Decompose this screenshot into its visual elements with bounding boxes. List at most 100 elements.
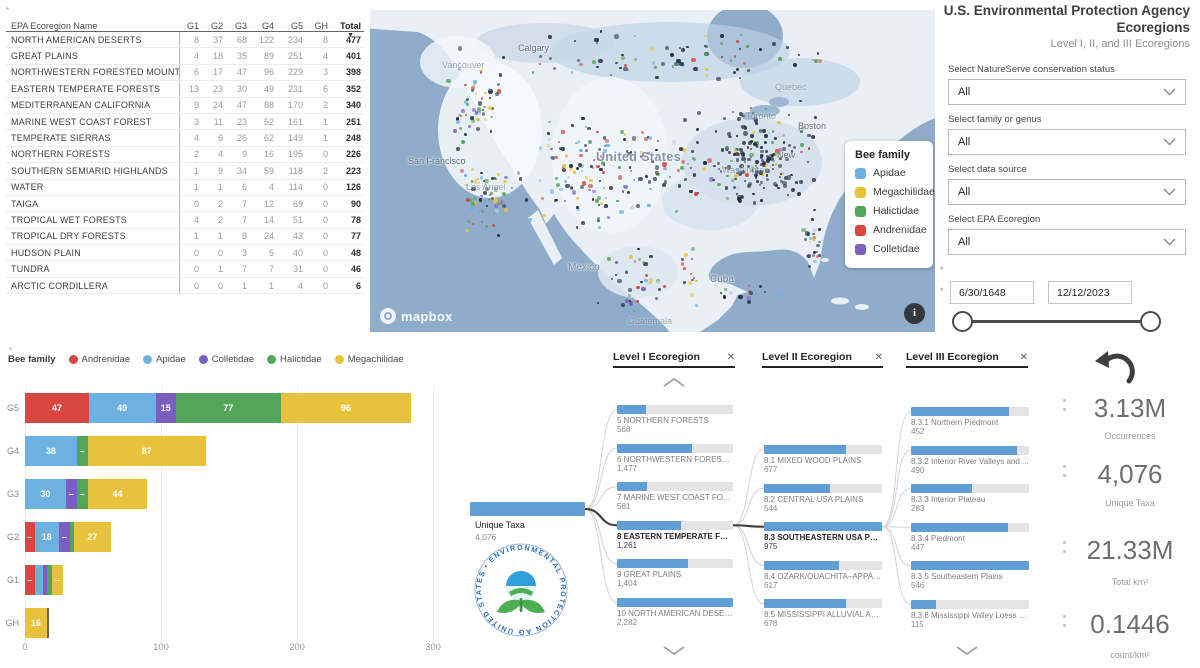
date-slider-rail[interactable] [962, 320, 1150, 323]
close-icon[interactable]: ✕ [875, 352, 883, 363]
scroll-down-chevron-icon[interactable] [955, 643, 979, 661]
table-row[interactable]: NORTH AMERICAN DESERTS837681222348477 [6, 32, 364, 48]
tree-node[interactable]: 8 EASTERN TEMPERATE FORE... 1,261 [617, 521, 733, 550]
col-header-gh[interactable]: GH [306, 21, 331, 31]
bar-legend-item-halictidae[interactable]: Halictidae [267, 354, 322, 365]
tree-node[interactable]: 8.3.6 Mississippi Valley Loess P... 115 [911, 600, 1029, 629]
date-slider-handle-start[interactable] [952, 311, 973, 332]
table-row[interactable]: TAIGA0271269090 [6, 196, 364, 212]
bar-segment-apidae[interactable] [35, 565, 43, 595]
bar-legend-item-apidae[interactable]: Apidae [143, 354, 186, 365]
table-row[interactable]: TROPICAL WET FORESTS4271451078 [6, 212, 364, 228]
table-row[interactable]: MARINE WEST COAST FOREST31123521611251 [6, 114, 364, 130]
stacked-bar[interactable]: 4749157796 [25, 393, 411, 423]
table-row[interactable]: GREAT PLAINS41835892514401 [6, 48, 364, 64]
bar-segment-halictidae[interactable]: – [77, 436, 88, 466]
close-icon[interactable]: ✕ [727, 352, 735, 363]
stacked-bar[interactable]: –18–27 [25, 522, 111, 552]
bar-segment-megachilidae[interactable]: 96 [281, 393, 412, 423]
col-header-g5[interactable]: G5 [277, 21, 306, 31]
tree-node[interactable]: 8.3.2 Interior River Valleys and ... 490 [911, 446, 1029, 475]
stacked-bar[interactable]: 38–87 [25, 436, 206, 466]
cell-g5: 195 [277, 149, 306, 159]
table-row[interactable]: MEDITERRANEAN CALIFORNIA92447881702340 [6, 98, 364, 114]
scroll-up-chevron-icon[interactable] [662, 375, 686, 393]
bar-segment-colletidae[interactable]: 15 [156, 393, 176, 423]
table-row[interactable]: TEMPERATE SIERRAS4626621491248 [6, 130, 364, 146]
undo-button[interactable] [1092, 350, 1138, 392]
tree-node[interactable]: 8.3.5 Southeastern Plains 546 [911, 561, 1029, 590]
tree-node[interactable]: 5 NORTHERN FORESTS 568 [617, 405, 733, 434]
map-info-button[interactable]: i [904, 303, 925, 324]
bar-segment-megachilidae[interactable]: – [52, 565, 63, 595]
bar-segment-colletidae[interactable]: – [66, 479, 77, 509]
col-header-total[interactable]: Total▼ [331, 21, 364, 31]
stacked-bar[interactable]: –– [25, 565, 63, 595]
tree-node[interactable]: 8.3 SOUTHEASTERN USA PLAI... 975 [764, 522, 882, 551]
tree-node[interactable]: 8.3.1 Northern Piedmont 452 [911, 407, 1029, 436]
map-legend-item-colletidae[interactable]: Colletidae [855, 243, 933, 255]
bar-segment-megachilidae[interactable]: 44 [88, 479, 148, 509]
table-row[interactable]: TROPICAL DRY FORESTS1182443077 [6, 229, 364, 245]
occurrence-map[interactable]: CalgaryVancouverQuebecTorontoBostonNewWa… [370, 10, 935, 332]
bar-segment-unknown[interactable] [47, 608, 50, 638]
col-header-g1[interactable]: G1 [180, 21, 202, 31]
tree-node[interactable]: 9 GREAT PLAINS 1,404 [617, 559, 733, 588]
bar-segment-andrenidae[interactable]: – [25, 565, 35, 595]
bar-legend-item-megachilidae[interactable]: Megachilidae [335, 354, 404, 365]
tree-node[interactable]: 8.2 CENTRAL USA PLAINS 544 [764, 484, 882, 513]
bar-segment-apidae[interactable]: 18 [35, 522, 59, 552]
bar-segment-andrenidae[interactable]: – [25, 522, 35, 552]
bar-segment-megachilidae[interactable]: 16 [25, 608, 47, 638]
bar-segment-halictidae[interactable]: – [77, 479, 88, 509]
bar-segment-andrenidae[interactable]: 47 [25, 393, 89, 423]
date-slider-handle-end[interactable] [1140, 311, 1161, 332]
bar-segment-halictidae[interactable]: 77 [176, 393, 281, 423]
filter-dropdown-0[interactable]: All [948, 79, 1186, 105]
bar-legend-item-colletidae[interactable]: Colletidae [199, 354, 254, 365]
tree-root-bar[interactable] [470, 502, 585, 516]
map-legend-item-halictidae[interactable]: Halictidae [855, 205, 933, 217]
scroll-down-chevron-icon[interactable] [662, 643, 686, 661]
map-legend-item-megachilidae[interactable]: Megachilidae [855, 186, 933, 198]
tree-node[interactable]: 6 NORTHWESTERN FORESTED... 1,477 [617, 444, 733, 473]
tree-node[interactable]: 8.5 MISSISSIPPI ALLUVIAL AND... 678 [764, 599, 882, 628]
filter-dropdown-1[interactable]: All [948, 129, 1186, 155]
tree-node[interactable]: 8.4 OZARK/OUACHITA–APPALA... 617 [764, 561, 882, 590]
table-row[interactable]: SOUTHERN SEMIARID HIGHLANDS1934591182223 [6, 163, 364, 179]
tree-node[interactable]: 7 MARINE WEST COAST FORES... 581 [617, 482, 733, 511]
close-icon[interactable]: ✕ [1020, 352, 1028, 363]
bar-segment-apidae[interactable]: 49 [89, 393, 156, 423]
table-header[interactable]: EPA Ecoregion Name G1G2G3G4G5GHTotal▼ [6, 10, 364, 32]
bar-segment-megachilidae[interactable]: 87 [88, 436, 206, 466]
table-row[interactable]: HUDSON PLAIN003540048 [6, 245, 364, 261]
col-header-g4[interactable]: G4 [250, 21, 277, 31]
bar-legend-item-andrenidae[interactable]: Andrenidae [69, 354, 131, 365]
table-row[interactable]: NORTHWESTERN FORESTED MOUNTAINS617479622… [6, 65, 364, 81]
bar-segment-apidae[interactable]: 38 [25, 436, 77, 466]
table-row[interactable]: WATER11641140126 [6, 180, 364, 196]
map-legend-item-andrenidae[interactable]: Andrenidae [855, 224, 933, 236]
mapbox-logo[interactable]: mapbox [380, 308, 453, 324]
tree-node[interactable]: 8.3.4 Piedmont 447 [911, 523, 1029, 552]
col-header-g2[interactable]: G2 [202, 21, 226, 31]
bar-segment-colletidae[interactable]: – [59, 522, 70, 552]
stacked-bar[interactable]: 30––44 [25, 479, 147, 509]
table-row[interactable]: ARCTIC CORDILLERA0011406 [6, 278, 364, 294]
tree-node[interactable]: 10 NORTH AMERICAN DESERTS 2,282 [617, 598, 733, 627]
tree-node[interactable]: 8.3.3 Interior Plateau 283 [911, 484, 1029, 513]
col-header-g3[interactable]: G3 [226, 21, 250, 31]
bar-segment-megachilidae[interactable]: 27 [74, 522, 111, 552]
date-start-input[interactable]: 6/30/1648 [950, 281, 1034, 304]
table-row[interactable]: EASTERN TEMPERATE FORESTS132330492316352 [6, 81, 364, 97]
table-row[interactable]: TUNDRA017731046 [6, 261, 364, 277]
map-legend-item-apidae[interactable]: Apidae [855, 167, 933, 179]
filter-dropdown-2[interactable]: All [948, 179, 1186, 205]
bar-segment-apidae[interactable]: 30 [25, 479, 66, 509]
date-end-input[interactable]: 12/12/2023 [1048, 281, 1132, 304]
filter-dropdown-3[interactable]: All [948, 229, 1186, 255]
table-row[interactable]: NORTHERN FORESTS249161950226 [6, 147, 364, 163]
table-header-name[interactable]: EPA Ecoregion Name [6, 21, 180, 31]
tree-node[interactable]: 8.1 MIXED WOOD PLAINS 677 [764, 445, 882, 474]
stacked-bar[interactable]: 16 [25, 608, 49, 638]
